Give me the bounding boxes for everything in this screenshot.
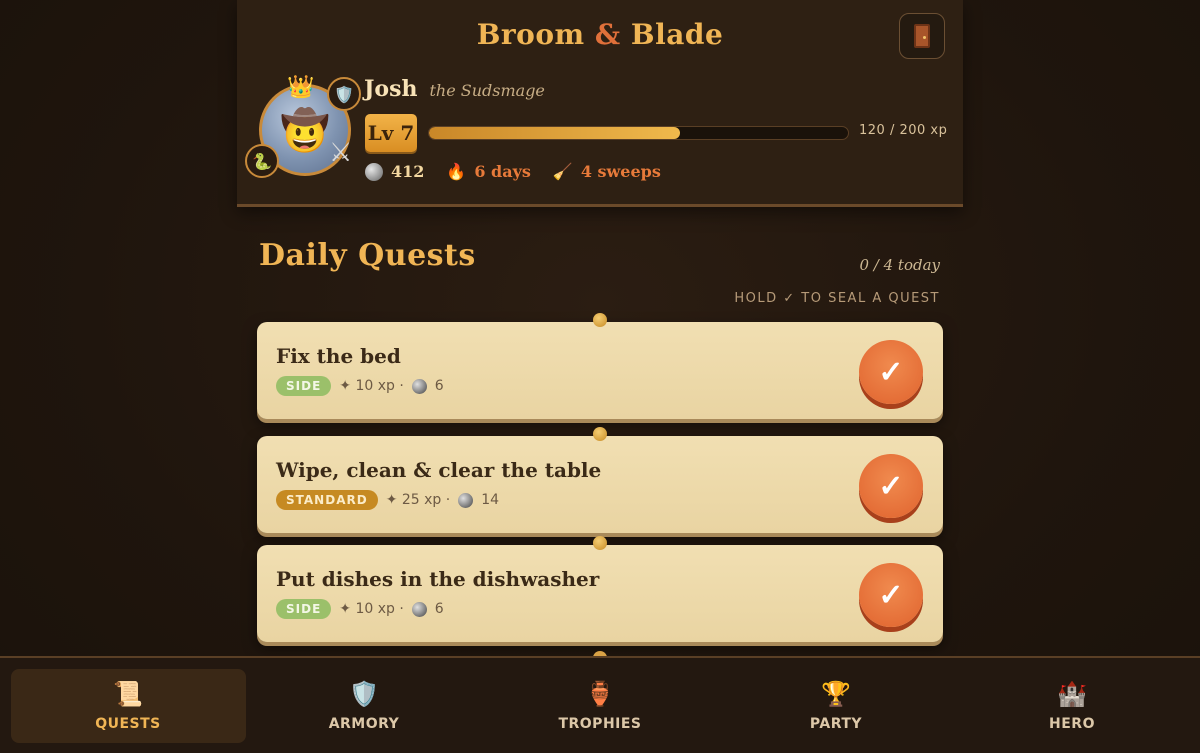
quest-meta: SIDE ✦ 10 xp · 6 — [276, 599, 444, 619]
nav-item-trophies[interactable]: 🏺 TROPHIES — [483, 669, 718, 743]
sweeps-count: 4 sweeps — [580, 162, 661, 181]
sword-icon: ⚔ — [329, 138, 353, 168]
coin-icon — [458, 492, 474, 508]
quest-coins: 6 — [434, 601, 444, 617]
broom-icon: 🧹 — [552, 162, 573, 181]
quest-title: Put dishes in the dishwasher — [276, 567, 600, 591]
nav-item-armory[interactable]: 🛡️ ARMORY — [247, 669, 482, 743]
coin-count: 412 — [391, 162, 425, 181]
quest-tag: SIDE — [276, 376, 332, 396]
xp-progress-bar — [428, 126, 849, 140]
nav-label: PARTY — [809, 715, 863, 732]
pin-icon — [593, 536, 607, 550]
section-title: Daily Quests — [259, 238, 476, 273]
hero-name: Josh — [364, 76, 418, 102]
quest-coins: 14 — [481, 492, 500, 508]
quest-title: Fix the bed — [276, 344, 401, 368]
quest-card[interactable]: Fix the bed SIDE ✦ 10 xp · 6 ✓ — [257, 313, 943, 419]
streak-stat: 🔥 6 days — [446, 162, 530, 181]
nav-label: TROPHIES — [558, 715, 642, 732]
level-badge: Lv 7 — [365, 114, 417, 152]
scroll-icon: 📜 — [113, 679, 143, 708]
bottom-nav: 📜 QUESTS 🛡️ ARMORY 🏺 TROPHIES 🏆 PARTY 🏰 … — [0, 656, 1200, 753]
nav-item-hero[interactable]: 🏰 HERO — [955, 669, 1190, 743]
hero-name-row: Josh the Sudsmage — [364, 76, 545, 102]
today-counter: 0 / 4 today — [859, 256, 940, 274]
amphora-icon: 🏺 — [585, 679, 615, 708]
crown-icon: 👑 — [287, 75, 315, 100]
hero-epithet: the Sudsmage — [429, 81, 545, 100]
streak-count: 6 days — [474, 162, 531, 181]
quest-meta: SIDE ✦ 10 xp · 6 — [276, 376, 444, 396]
quest-xp: ✦ 10 xp · — [339, 601, 404, 617]
castle-icon: 🏰 — [1057, 679, 1087, 708]
nav-item-quests[interactable]: 📜 QUESTS — [10, 668, 246, 743]
trophy-icon: 🏆 — [821, 679, 851, 708]
quest-card[interactable]: Wipe, clean & clear the table STANDARD ✦… — [257, 427, 943, 533]
shield-icon: 🛡️ — [349, 679, 379, 708]
quest-xp: ✦ 10 xp · — [339, 378, 404, 394]
xp-progress-fill — [429, 127, 681, 139]
nav-label: ARMORY — [328, 715, 400, 732]
complete-quest-button[interactable]: ✓ — [859, 340, 923, 404]
pin-icon — [593, 313, 607, 327]
xp-text: 120 / 200 xp — [859, 123, 948, 138]
quest-tag: STANDARD — [276, 490, 378, 510]
quest-meta: STANDARD ✦ 25 xp · 14 — [276, 490, 499, 510]
nav-label: HERO — [1049, 715, 1095, 732]
quest-title: Wipe, clean & clear the table — [276, 458, 602, 482]
door-icon — [914, 24, 930, 48]
seal-hint: HOLD ✓ TO SEAL A QUEST — [734, 291, 940, 306]
coin-icon — [411, 378, 427, 394]
coin-stat: 412 — [365, 162, 424, 181]
coin-icon — [365, 162, 383, 181]
logout-button[interactable] — [899, 13, 945, 59]
hero-stats: 412 🔥 6 days 🧹 4 sweeps — [365, 162, 661, 181]
complete-quest-button[interactable]: ✓ — [859, 563, 923, 627]
complete-quest-button[interactable]: ✓ — [859, 454, 923, 518]
quest-card[interactable]: Put dishes in the dishwasher SIDE ✦ 10 x… — [257, 536, 943, 642]
app-title: Broom & Blade — [476, 18, 724, 51]
coin-icon — [411, 601, 427, 617]
pin-icon — [593, 427, 607, 441]
nav-item-party[interactable]: 🏆 PARTY — [719, 669, 954, 743]
quest-xp: ✦ 25 xp · — [385, 492, 451, 508]
nav-label: QUESTS — [95, 715, 161, 732]
quest-coins: 6 — [434, 378, 444, 394]
sweeps-stat: 🧹 4 sweeps — [553, 162, 661, 181]
serpent-badge-icon: 🐍 — [245, 144, 279, 178]
flame-icon: 🔥 — [446, 162, 467, 181]
quest-tag: SIDE — [276, 599, 332, 619]
shield-badge-icon: 🛡️ — [327, 77, 361, 111]
hero-header: Broom & Blade 🤠 👑 🛡️ 🐍 ⚔ Josh the Sudsma… — [237, 0, 963, 207]
avatar[interactable]: 🤠 👑 🛡️ 🐍 ⚔ — [245, 75, 367, 188]
